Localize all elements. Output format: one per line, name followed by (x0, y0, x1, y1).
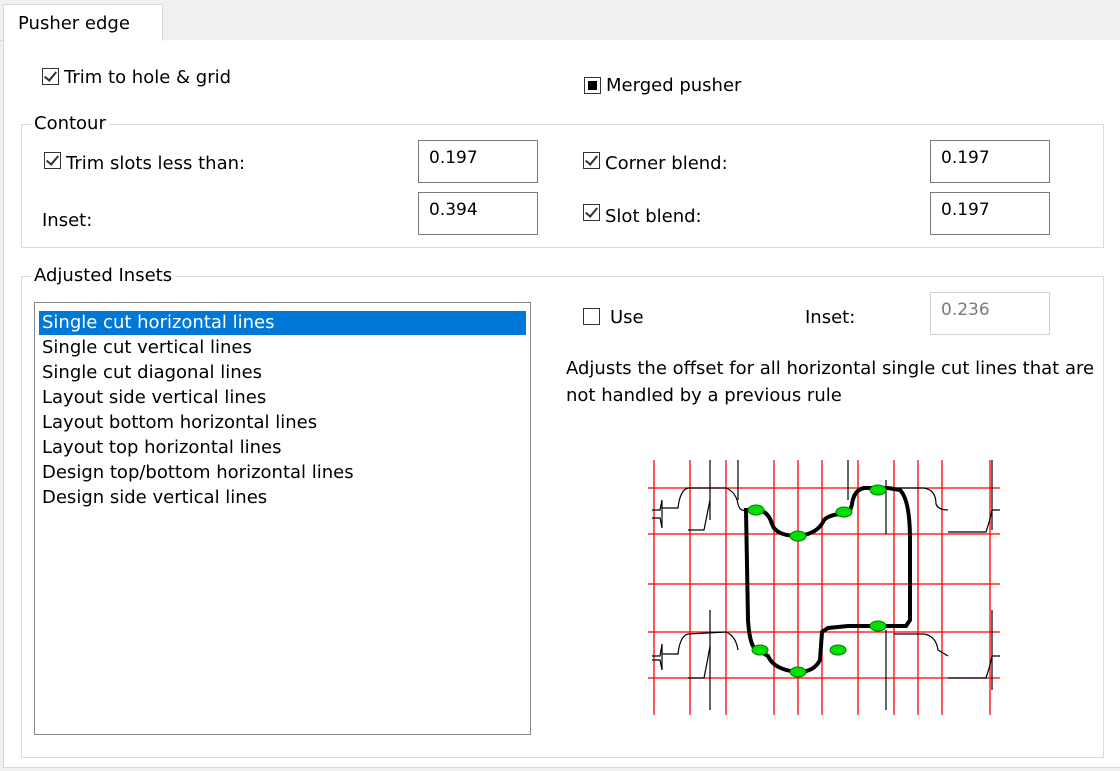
corner-blend-label: Corner blend: (605, 153, 728, 174)
list-item[interactable]: Single cut horizontal lines (39, 311, 526, 335)
slot-blend-checkbox[interactable] (583, 204, 600, 221)
trim-slots-input[interactable]: 0.197 (418, 140, 538, 183)
use-checkbox[interactable] (583, 308, 600, 325)
trim-slots-label: Trim slots less than: (66, 153, 246, 174)
rules-listbox[interactable]: Single cut horizontal lines Single cut v… (34, 302, 531, 735)
rule-description: Adjusts the offset for all horizontal si… (566, 358, 1095, 406)
adjusted-insets-title: Adjusted Insets (31, 265, 176, 286)
use-label: Use (610, 307, 644, 328)
contour-group-title: Contour (31, 113, 109, 134)
trim-slots-checkbox[interactable] (44, 152, 61, 169)
list-item[interactable]: Design side vertical lines (39, 486, 267, 510)
grid-lines (648, 460, 1000, 715)
inset-input[interactable]: 0.394 (418, 192, 538, 235)
list-item[interactable]: Design top/bottom horizontal lines (39, 461, 354, 485)
trim-to-hole-grid-label: Trim to hole & grid (64, 67, 232, 88)
merged-pusher-checkbox[interactable] (584, 77, 601, 94)
inset-label: Inset: (42, 210, 93, 231)
merged-pusher-label: Merged pusher (606, 75, 742, 96)
list-item[interactable]: Layout top horizontal lines (39, 436, 282, 460)
trim-to-hole-grid-checkbox[interactable] (42, 68, 59, 85)
slot-blend-input[interactable]: 0.197 (930, 192, 1050, 235)
slot-blend-label: Slot blend: (605, 206, 702, 227)
list-item[interactable]: Single cut diagonal lines (39, 361, 262, 385)
list-item[interactable]: Layout bottom horizontal lines (39, 411, 317, 435)
list-item[interactable]: Layout side vertical lines (39, 386, 266, 410)
outline-thin (652, 460, 1000, 710)
list-item[interactable]: Single cut vertical lines (39, 336, 252, 360)
corner-blend-input[interactable]: 0.197 (930, 140, 1050, 183)
adjusted-inset-label: Inset: (805, 307, 856, 328)
adjusted-inset-input[interactable]: 0.236 (930, 292, 1050, 335)
pusher-edge-illustration (648, 460, 1000, 715)
tab-label: Pusher edge (18, 13, 130, 34)
corner-blend-checkbox[interactable] (583, 152, 600, 169)
tab-pusher-edge[interactable]: Pusher edge (3, 4, 163, 41)
